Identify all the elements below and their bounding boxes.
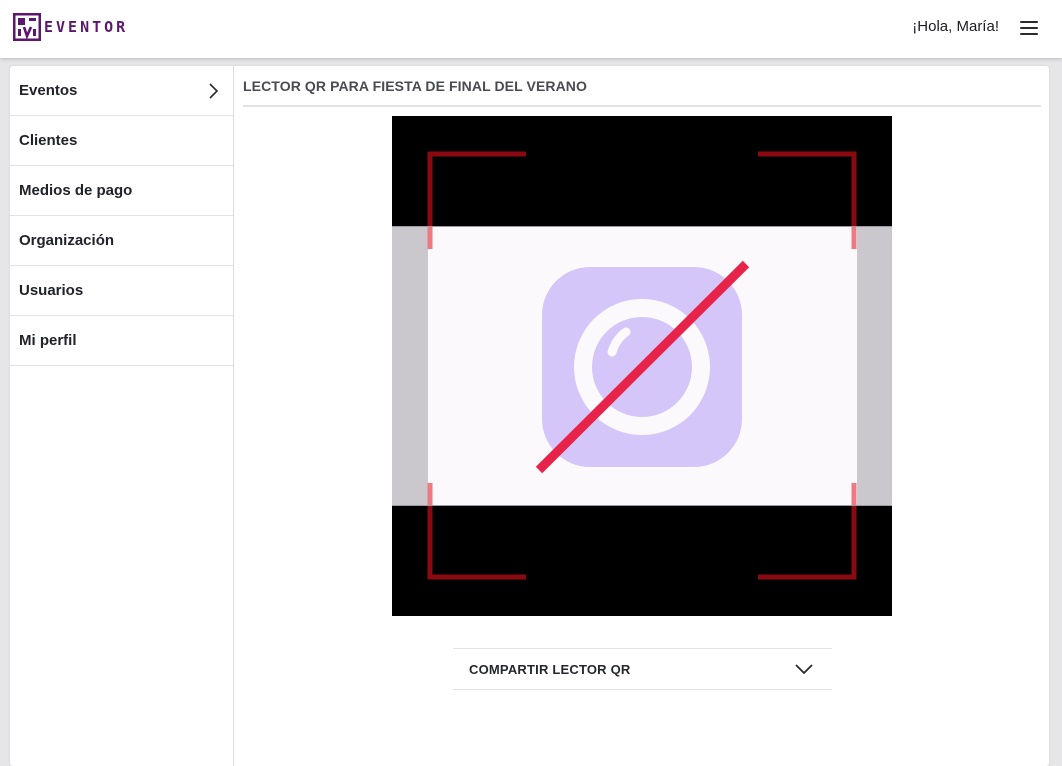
- sidebar-item-clientes[interactable]: Clientes: [10, 116, 233, 166]
- chevron-down-icon: [795, 664, 813, 675]
- sidebar-item-label: Medios de pago: [19, 182, 133, 199]
- sidebar-item-label: Eventos: [19, 82, 78, 99]
- sidebar: Eventos Clientes Medios de pago Organiza…: [10, 66, 234, 766]
- hamburger-icon-bar: [1020, 21, 1038, 23]
- sidebar-item-mi-perfil[interactable]: Mi perfil: [10, 316, 233, 366]
- qr-scanner-viewport[interactable]: [392, 116, 892, 616]
- hamburger-menu-button[interactable]: [1016, 17, 1042, 39]
- chevron-right-icon: [209, 83, 218, 99]
- preview-edge: [392, 226, 892, 227]
- title-divider: [243, 105, 1041, 107]
- sidebar-item-label: Usuarios: [19, 282, 84, 299]
- top-bar: EVENTOR ¡Hola, María!: [0, 0, 1062, 58]
- brand-name: EVENTOR: [44, 18, 129, 36]
- sidebar-item-label: Clientes: [19, 132, 78, 149]
- main-panel: Eventos Clientes Medios de pago Organiza…: [10, 66, 1049, 766]
- camera-off-icon: [535, 260, 750, 474]
- content-area: LECTOR QR PARA FIESTA DE FINAL DEL VERAN…: [235, 66, 1049, 766]
- sidebar-item-label: Mi perfil: [19, 332, 77, 349]
- user-greeting: ¡Hola, María!: [912, 18, 999, 35]
- page-title: LECTOR QR PARA FIESTA DE FINAL DEL VERAN…: [243, 78, 588, 94]
- sidebar-item-label: Organización: [19, 232, 115, 249]
- sidebar-item-eventos[interactable]: Eventos: [10, 66, 233, 116]
- camera-view: [392, 151, 892, 580]
- share-qr-reader-label: COMPARTIR LECTOR QR: [469, 662, 631, 677]
- hamburger-icon-bar: [1020, 33, 1038, 35]
- share-qr-reader-accordion[interactable]: COMPARTIR LECTOR QR: [453, 648, 832, 690]
- sidebar-item-organizacion[interactable]: Organización: [10, 216, 233, 266]
- preview-edge: [392, 505, 892, 506]
- brand-logo[interactable]: EVENTOR: [13, 13, 128, 41]
- sidebar-item-medios-de-pago[interactable]: Medios de pago: [10, 166, 233, 216]
- sidebar-item-usuarios[interactable]: Usuarios: [10, 266, 233, 316]
- qr-logo-icon: [13, 13, 41, 41]
- hamburger-icon-bar: [1020, 27, 1038, 29]
